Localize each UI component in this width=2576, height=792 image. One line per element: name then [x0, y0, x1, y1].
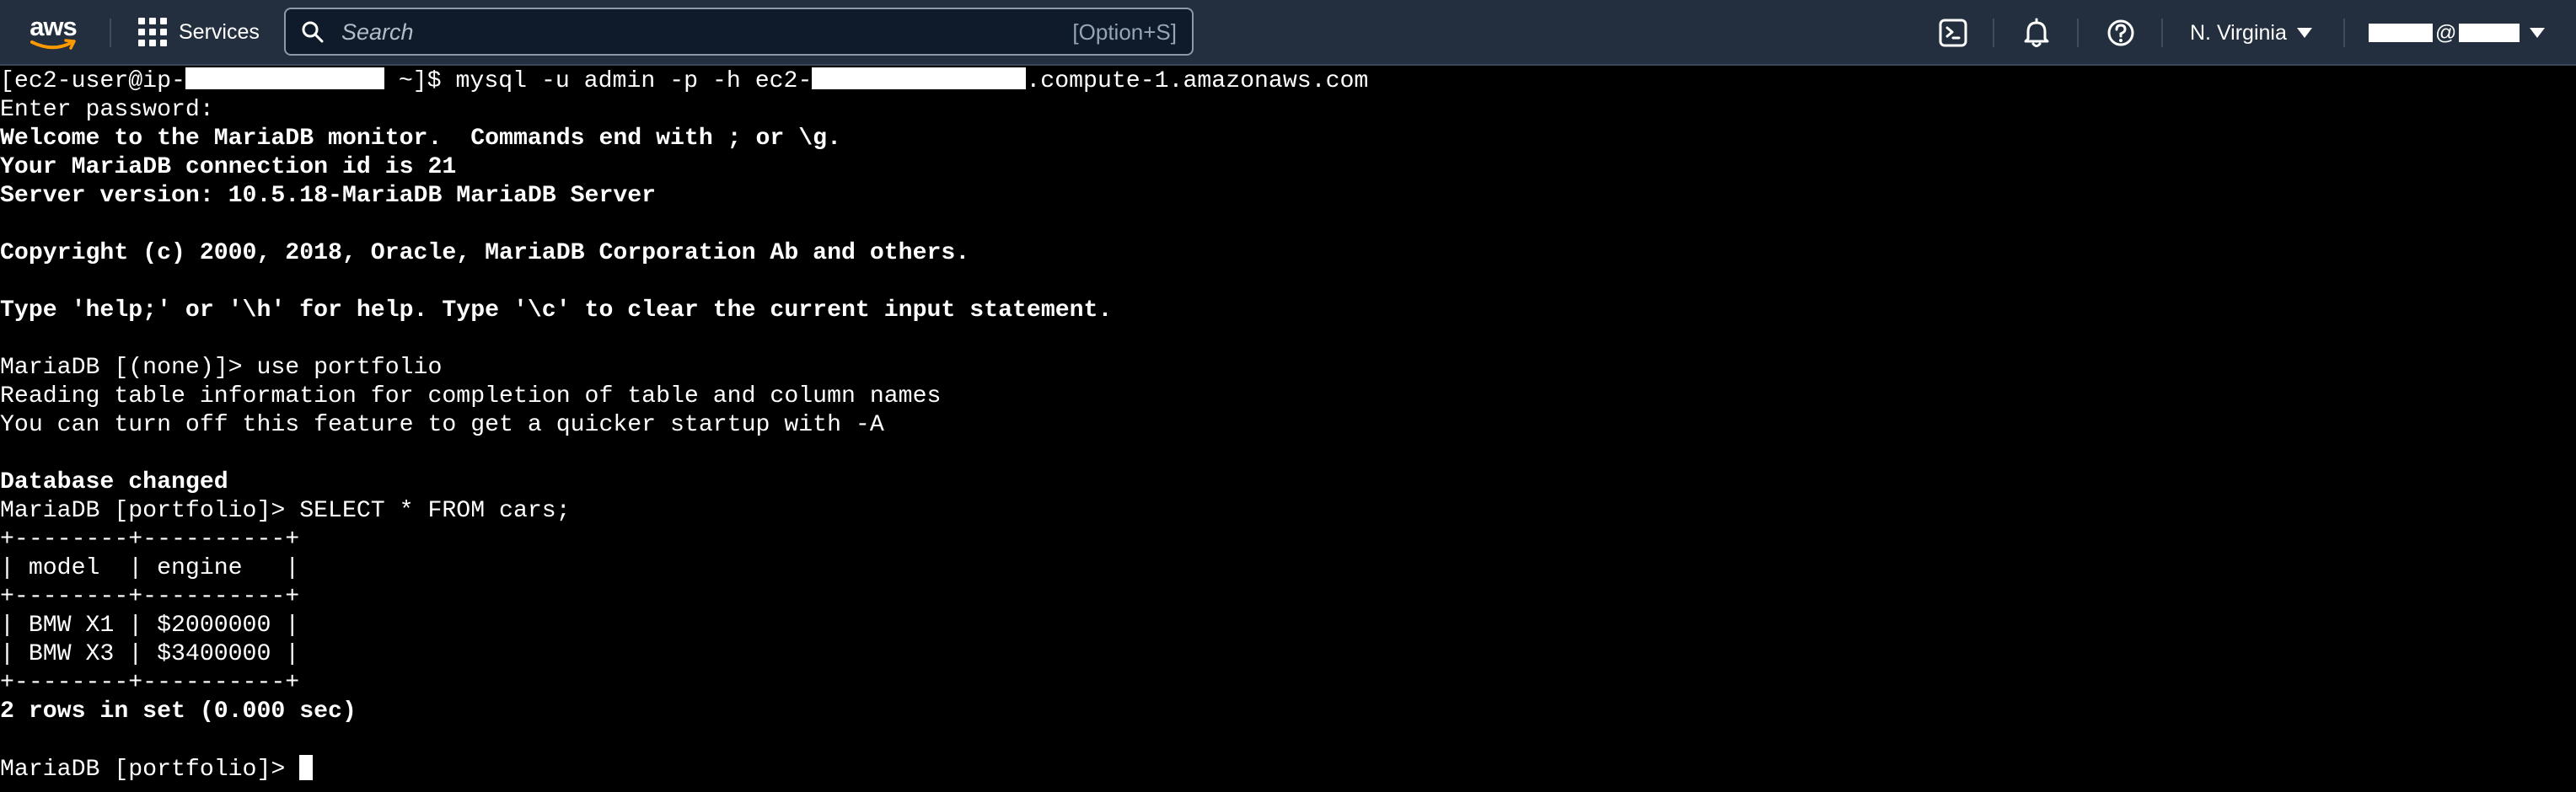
search-icon: [302, 21, 324, 43]
services-label: Services: [179, 19, 260, 44]
account-menu[interactable]: @: [2369, 18, 2546, 48]
result-table-row: | BMW X3 | $3400000 |: [0, 641, 300, 667]
nav-divider: [2077, 19, 2079, 47]
nav-divider: [2161, 19, 2163, 47]
region-selector[interactable]: N. Virginia: [2190, 18, 2312, 48]
terminal-line: Enter password:: [0, 97, 214, 123]
redacted-account-id: [2459, 24, 2520, 42]
nav-divider: [1993, 19, 1994, 47]
cloudshell-icon[interactable]: [1935, 14, 1972, 51]
search-input[interactable]: [340, 9, 1034, 56]
terminal-line: Reading table information for completion…: [0, 383, 942, 409]
caret-down-icon: [2530, 28, 2546, 38]
aws-top-navigation: aws Services [Option+S]: [0, 0, 2576, 66]
aws-logo[interactable]: aws: [27, 13, 79, 52]
command-text: mysql -u admin -p -h ec2-: [455, 68, 813, 94]
terminal-line: MariaDB [(none)]> use portfolio: [0, 355, 443, 381]
prompt-text: MariaDB [portfolio]>: [0, 757, 300, 783]
redacted-host-ip: [185, 67, 384, 89]
result-table-row: | BMW X1 | $2000000 |: [0, 613, 300, 639]
prompt-text: [ec2-user@ip-: [0, 68, 185, 94]
result-table-border: +--------+----------+: [0, 527, 300, 553]
text-cursor: [299, 755, 314, 780]
terminal-line: MariaDB [portfolio]> SELECT * FROM cars;: [0, 498, 571, 524]
nav-divider: [2343, 19, 2345, 47]
terminal-output[interactable]: [ec2-user@ip- ~]$ mysql -u admin -p -h e…: [0, 67, 2576, 792]
nav-divider: [110, 19, 111, 47]
terminal-line: Welcome to the MariaDB monitor. Commands…: [0, 126, 841, 152]
aws-logo-text: aws: [30, 12, 78, 41]
redacted-account-name: [2369, 24, 2433, 42]
caret-down-icon: [2296, 28, 2312, 38]
command-text: .compute-1.amazonaws.com: [1026, 68, 1369, 94]
search-box[interactable]: [Option+S]: [284, 8, 1194, 56]
terminal-line: Database changed: [0, 469, 228, 495]
terminal-line: Type 'help;' or '\h' for help. Type '\c'…: [0, 297, 1113, 324]
terminal-line: Your MariaDB connection id is 21: [0, 154, 457, 180]
terminal-line: Server version: 10.5.18-MariaDB MariaDB …: [0, 183, 657, 209]
aws-smile-icon: [30, 39, 76, 50]
search-shortcut-hint: [Option+S]: [1072, 19, 1177, 45]
result-table-border: +--------+----------+: [0, 670, 300, 696]
result-table-border: +--------+----------+: [0, 584, 300, 610]
services-menu-button[interactable]: Services: [138, 17, 260, 47]
grid-icon: [138, 18, 167, 46]
redacted-hostname: [812, 67, 1027, 89]
terminal-line: You can turn off this feature to get a q…: [0, 412, 884, 438]
region-label: N. Virginia: [2190, 20, 2287, 45]
terminal-prompt-line[interactable]: MariaDB [portfolio]>: [0, 755, 314, 784]
terminal-command-line: [ec2-user@ip- ~]$ mysql -u admin -p -h e…: [0, 67, 1368, 96]
prompt-text: ~]$: [384, 68, 456, 94]
help-icon[interactable]: [2102, 14, 2139, 51]
terminal-line: Copyright (c) 2000, 2018, Oracle, MariaD…: [0, 240, 970, 266]
terminal-line: 2 rows in set (0.000 sec): [0, 698, 357, 725]
account-separator: @: [2435, 20, 2457, 45]
result-table-header: | model | engine |: [0, 555, 300, 581]
notifications-bell-icon[interactable]: [2018, 14, 2055, 51]
